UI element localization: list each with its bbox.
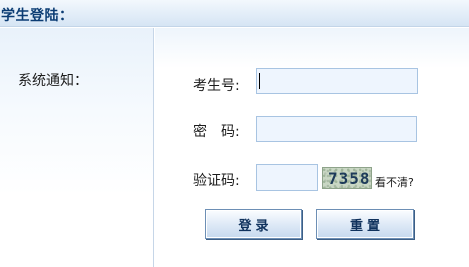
captcha-refresh-link[interactable]: 看不清? (375, 174, 414, 190)
student-id-label: 考生号: (193, 78, 240, 94)
password-label: 密 码: (193, 124, 240, 140)
login-button[interactable]: 登录 (205, 209, 302, 239)
header-bar: 学生登陆： (0, 0, 469, 27)
student-id-input[interactable] (256, 68, 418, 94)
system-notice-label: 系统通知： (18, 73, 88, 89)
notice-panel: 系统通知： (0, 28, 154, 267)
captcha-image[interactable]: 7358 (322, 167, 372, 189)
password-input[interactable] (256, 116, 417, 142)
captcha-label: 验证码: (193, 173, 240, 189)
page-title: 学生登陆： (1, 8, 74, 24)
captcha-code: 7358 (328, 169, 371, 188)
form-panel-background (155, 28, 469, 68)
text-cursor (259, 73, 260, 89)
captcha-input[interactable] (256, 164, 318, 191)
reset-button[interactable]: 重置 (316, 209, 414, 239)
